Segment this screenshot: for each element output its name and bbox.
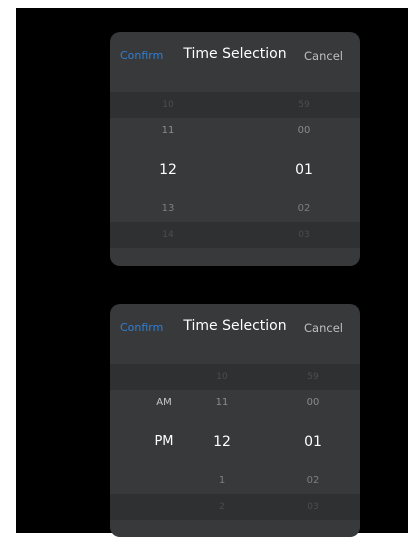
hour-option[interactable]: 1 <box>192 468 252 494</box>
hour-option[interactable]: 10 <box>192 364 252 390</box>
wheel-row: 10 59 <box>110 364 360 390</box>
wheel-area[interactable]: 10 59 11 00 12 01 13 02 14 03 <box>110 92 360 266</box>
selected-minute[interactable]: 01 <box>274 157 334 183</box>
wheel-row: 13 02 <box>110 196 360 222</box>
cancel-button[interactable]: Cancel <box>304 321 343 335</box>
picker-header: Confirm Time Selection Cancel <box>110 32 360 78</box>
time-picker-12h: Confirm Time Selection Cancel AM PM 10 5… <box>110 304 360 537</box>
minute-option[interactable]: 59 <box>274 92 334 118</box>
hour-option[interactable]: 14 <box>138 222 198 248</box>
hour-option[interactable]: 13 <box>138 196 198 222</box>
hour-option[interactable]: 10 <box>138 92 198 118</box>
minute-option[interactable]: 02 <box>283 468 343 494</box>
selected-hour[interactable]: 12 <box>138 157 198 183</box>
wheel-row: 2 03 <box>110 494 360 520</box>
wheel-area[interactable]: AM PM 10 59 11 00 12 01 1 02 2 03 <box>110 364 360 537</box>
wheel-row: 1 02 <box>110 468 360 494</box>
picker-header: Confirm Time Selection Cancel <box>110 304 360 350</box>
minute-option[interactable]: 03 <box>283 494 343 520</box>
wheel-row: 11 00 <box>110 118 360 144</box>
minute-option[interactable]: 03 <box>274 222 334 248</box>
hour-option[interactable]: 11 <box>138 118 198 144</box>
minute-option[interactable]: 02 <box>274 196 334 222</box>
screen-background: Confirm Time Selection Cancel 10 59 11 0… <box>16 8 408 537</box>
selected-row: 12 01 <box>110 429 360 455</box>
time-picker-24h: Confirm Time Selection Cancel 10 59 11 0… <box>110 32 360 266</box>
hour-option[interactable]: 2 <box>192 494 252 520</box>
wheel-row: 11 00 <box>110 390 360 416</box>
hour-option[interactable]: 11 <box>192 390 252 416</box>
minute-option[interactable]: 00 <box>283 390 343 416</box>
cancel-button[interactable]: Cancel <box>304 49 343 63</box>
wheel-row: 10 59 <box>110 92 360 118</box>
wheel-row: 14 03 <box>110 222 360 248</box>
selected-row: 12 01 <box>110 157 360 183</box>
selected-minute[interactable]: 01 <box>283 429 343 455</box>
minute-option[interactable]: 00 <box>274 118 334 144</box>
minute-option[interactable]: 59 <box>283 364 343 390</box>
selected-hour[interactable]: 12 <box>192 429 252 455</box>
